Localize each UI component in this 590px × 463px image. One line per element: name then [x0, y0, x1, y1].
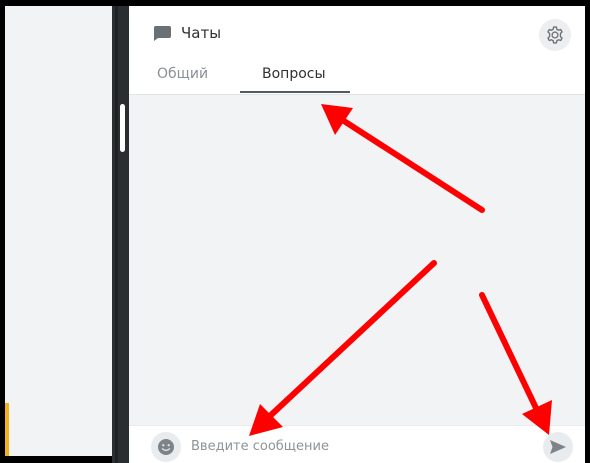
- tab-questions[interactable]: Вопросы: [262, 64, 326, 84]
- smiley-icon: [158, 439, 174, 455]
- panel-splitter[interactable]: [112, 6, 129, 463]
- chat-title: Чаты: [181, 24, 222, 42]
- message-composer: [129, 425, 585, 463]
- settings-button[interactable]: [539, 19, 571, 51]
- chat-bubble-icon: [153, 26, 171, 41]
- chat-tabs: Общий Вопросы: [129, 56, 585, 95]
- send-icon: [550, 440, 566, 454]
- gear-icon: [547, 26, 563, 44]
- left-panel: [5, 6, 112, 456]
- send-button[interactable]: [543, 432, 573, 462]
- emoji-button[interactable]: [151, 432, 181, 462]
- chat-header: Чаты: [129, 6, 585, 56]
- active-tab-indicator: [240, 91, 350, 93]
- scrollbar-thumb[interactable]: [120, 104, 125, 152]
- message-input[interactable]: [191, 434, 521, 458]
- screen: Чаты Общий Вопросы: [0, 0, 590, 463]
- messages-area[interactable]: [129, 95, 585, 425]
- left-accent-strip: [5, 403, 9, 456]
- splitter-track: [115, 6, 118, 463]
- tab-general[interactable]: Общий: [157, 64, 208, 84]
- chat-panel: Чаты Общий Вопросы: [129, 6, 585, 463]
